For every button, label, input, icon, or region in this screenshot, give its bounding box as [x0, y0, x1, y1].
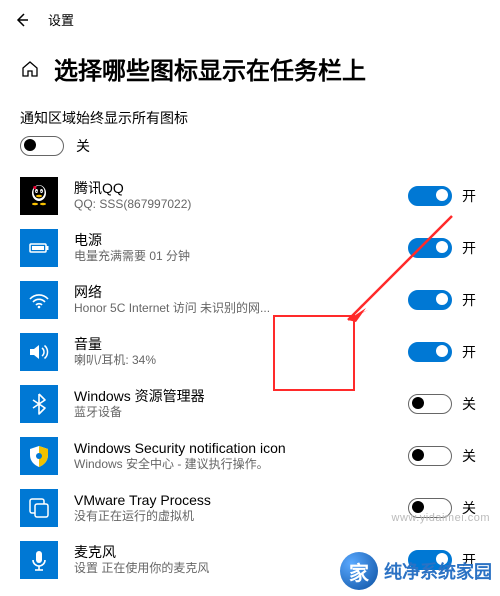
battery-icon	[20, 229, 58, 267]
item-title: Windows Security notification icon	[74, 439, 400, 457]
item-toggle[interactable]	[408, 290, 452, 310]
item-toggle[interactable]	[408, 550, 452, 570]
list-item: 电源电量充满需要 01 分钟 开	[20, 222, 500, 274]
item-toggle-state: 关	[462, 498, 476, 518]
list-item: VMware Tray Process没有正在运行的虚拟机 关	[20, 482, 500, 534]
item-toggle-state: 开	[462, 342, 476, 362]
item-subtitle: 没有正在运行的虚拟机	[74, 509, 400, 525]
shield-icon	[20, 437, 58, 475]
item-subtitle: Honor 5C Internet 访问 未识别的网...	[74, 301, 400, 317]
item-toggle[interactable]	[408, 394, 452, 414]
always-show-state: 关	[76, 136, 90, 156]
item-toggle-state: 关	[462, 446, 476, 466]
item-toggle[interactable]	[408, 342, 452, 362]
back-icon[interactable]	[14, 12, 30, 28]
item-subtitle: 蓝牙设备	[74, 405, 400, 421]
item-toggle-state: 关	[462, 394, 476, 414]
item-subtitle: 设置 正在使用你的麦克风	[74, 561, 400, 577]
vmware-icon	[20, 489, 58, 527]
item-toggle[interactable]	[408, 238, 452, 258]
item-toggle[interactable]	[408, 186, 452, 206]
item-title: 麦克风	[74, 543, 400, 561]
item-toggle[interactable]	[408, 498, 452, 518]
list-item: Windows 资源管理器蓝牙设备 关	[20, 378, 500, 430]
list-item: 麦克风设置 正在使用你的麦克风 开	[20, 534, 500, 586]
icon-list: 腾讯QQQQ: SSS(867997022)开电源电量充满需要 01 分钟开网络…	[0, 170, 500, 596]
always-show-label: 通知区域始终显示所有图标	[0, 94, 500, 134]
item-title: 音量	[74, 335, 400, 353]
item-title: 腾讯QQ	[74, 179, 400, 197]
item-subtitle: Windows 安全中心 - 建议执行操作。	[74, 457, 400, 473]
list-item: 腾讯QQQQ: SSS(867997022) 开	[20, 170, 500, 222]
qq-icon	[20, 177, 58, 215]
item-toggle-state: 开	[462, 186, 476, 206]
list-item: Windows Security notification iconWindow…	[20, 430, 500, 482]
page-title: 选择哪些图标显示在任务栏上	[54, 51, 366, 86]
item-subtitle: 喇叭/耳机: 34%	[74, 353, 400, 369]
always-show-toggle[interactable]	[20, 136, 64, 156]
home-icon[interactable]	[20, 59, 40, 79]
item-toggle[interactable]	[408, 446, 452, 466]
mic-icon	[20, 541, 58, 579]
list-item: 网络Honor 5C Internet 访问 未识别的网... 开	[20, 274, 500, 326]
item-subtitle: QQ: SSS(867997022)	[74, 197, 400, 213]
wifi-icon	[20, 281, 58, 319]
bt-icon	[20, 385, 58, 423]
item-subtitle: 电量充满需要 01 分钟	[74, 249, 400, 265]
item-toggle-state: 开	[462, 290, 476, 310]
list-item: 音量喇叭/耳机: 34% 开	[20, 326, 500, 378]
item-toggle-state: 开	[462, 550, 476, 570]
item-toggle-state: 开	[462, 238, 476, 258]
item-title: VMware Tray Process	[74, 491, 400, 509]
item-title: 电源	[74, 231, 400, 249]
item-title: Windows 资源管理器	[74, 387, 400, 405]
item-title: 网络	[74, 283, 400, 301]
volume-icon	[20, 333, 58, 371]
window-title: 设置	[48, 10, 74, 29]
